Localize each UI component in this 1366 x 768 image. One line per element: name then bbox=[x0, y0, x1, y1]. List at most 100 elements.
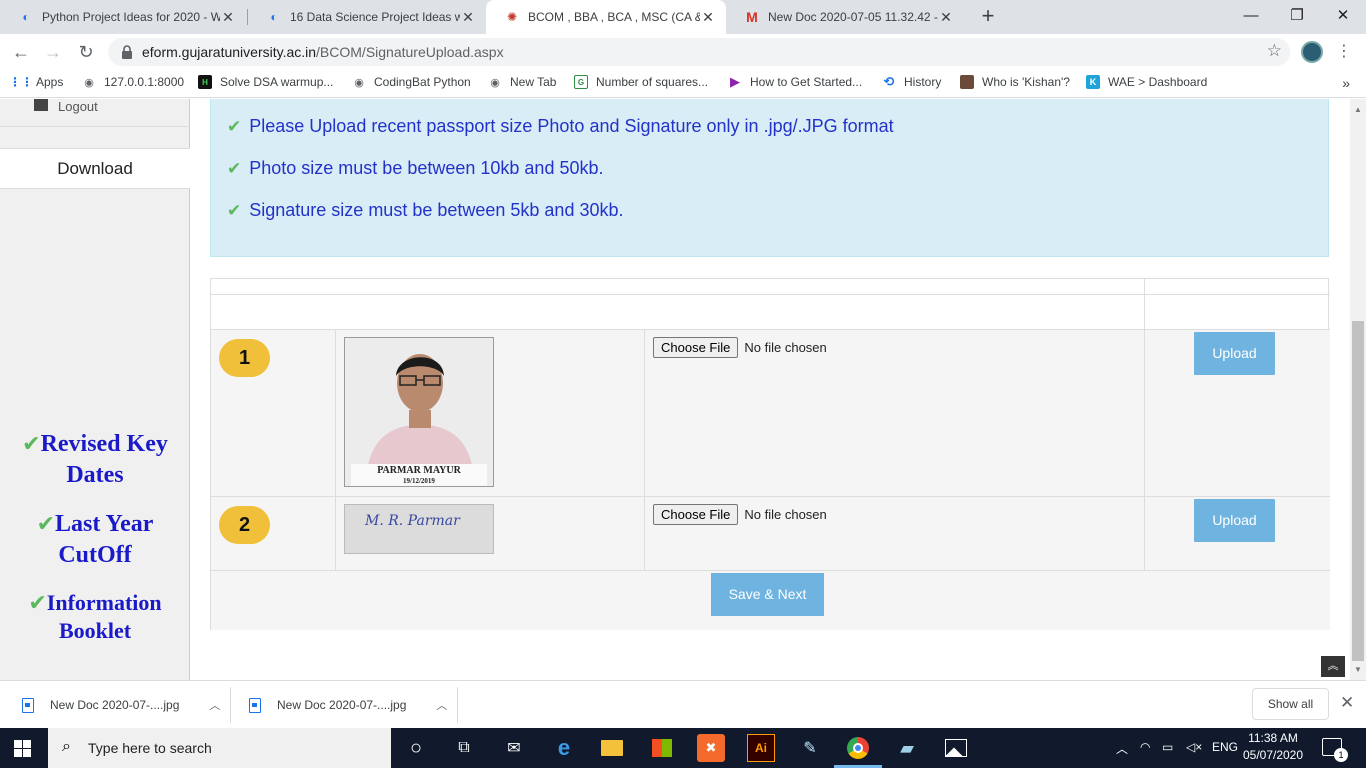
bookmark-localhost[interactable]: ◉ 127.0.0.1:8000 bbox=[82, 75, 184, 89]
bookmark-codingbat[interactable]: ◉ CodingBat Python bbox=[352, 75, 471, 89]
close-tab-icon[interactable]: ✕ bbox=[700, 9, 716, 26]
bookmark-who-is-kishan[interactable]: Who is 'Kishan'? bbox=[960, 75, 1070, 89]
forward-arrow-icon[interactable]: → bbox=[41, 40, 65, 64]
choose-file-button[interactable]: Choose File bbox=[653, 504, 739, 525]
wifi-icon[interactable]: ◠ bbox=[1140, 740, 1150, 754]
photos-icon[interactable] bbox=[942, 734, 970, 762]
image-file-icon bbox=[249, 697, 261, 713]
store-icon[interactable] bbox=[648, 734, 676, 762]
globe-icon: ◉ bbox=[490, 76, 500, 89]
tab-bcom-upload[interactable]: ✺ BCOM , BBA , BCA , MSC (CA & IT ✕ bbox=[486, 0, 726, 34]
tab-title: 16 Data Science Project Ideas wit bbox=[290, 10, 460, 24]
chevron-up-icon[interactable]: ︿ bbox=[436, 697, 447, 713]
bookmarks-overflow-icon[interactable]: » bbox=[1342, 75, 1350, 91]
file-explorer-icon[interactable] bbox=[598, 734, 626, 762]
bookmark-star-icon[interactable]: ☆ bbox=[1267, 41, 1282, 61]
instruction-item: ✔ Photo size must be between 10kb and 50… bbox=[227, 158, 603, 179]
sidebar: Logout Download ✔Revised Key Dates ✔Last… bbox=[0, 99, 190, 680]
loading-spinner-icon: ◐ bbox=[22, 10, 30, 24]
signature-text: M. R. Parmar bbox=[365, 513, 460, 529]
information-booklet-link[interactable]: ✔Information Booklet bbox=[0, 589, 190, 644]
choose-file-button[interactable]: Choose File bbox=[653, 337, 739, 358]
upload-table: 1 PARMAR MAYUR 19/12/2019 Choose File No… bbox=[210, 278, 1330, 630]
download-filename: New Doc 2020-07-....jpg bbox=[277, 698, 407, 712]
download-item[interactable]: New Doc 2020-07-....jpg ︿ bbox=[249, 681, 447, 729]
close-tab-icon[interactable]: ✕ bbox=[938, 9, 954, 26]
divider bbox=[457, 687, 458, 723]
edge-icon[interactable]: e bbox=[550, 734, 578, 762]
new-tab-button[interactable]: + bbox=[976, 5, 1000, 29]
minimize-icon[interactable]: — bbox=[1228, 0, 1274, 34]
language-indicator[interactable]: ENG bbox=[1212, 740, 1238, 754]
tab-python-project-ideas[interactable]: ◐ Python Project Ideas for 2020 - W ✕ bbox=[0, 0, 246, 34]
logout-link[interactable]: Logout bbox=[34, 99, 98, 114]
play-icon: ▶ bbox=[730, 74, 740, 89]
upload-signature-button[interactable]: Upload bbox=[1194, 499, 1275, 542]
download-item[interactable]: New Doc 2020-07-....jpg ︿ bbox=[22, 681, 220, 729]
revised-key-dates-link[interactable]: ✔Revised Key Dates bbox=[0, 429, 190, 490]
close-downloads-icon[interactable]: ✕ bbox=[1340, 693, 1354, 713]
close-window-icon[interactable]: ✕ bbox=[1320, 0, 1366, 34]
taskbar: ⌕ Type here to search ○ ⧉ ✉ e ✖ Ai ✎ ▰ ︿… bbox=[0, 728, 1366, 768]
battery-icon[interactable]: ▭ bbox=[1162, 740, 1173, 754]
close-tab-icon[interactable]: ✕ bbox=[460, 9, 476, 26]
bookmark-history[interactable]: ⟲ History bbox=[882, 74, 942, 89]
mail-icon[interactable]: ✉ bbox=[500, 734, 528, 762]
instructions-panel: ✔ Please Upload recent passport size Pho… bbox=[210, 99, 1329, 257]
menu-kebab-icon[interactable]: ⋮ bbox=[1336, 40, 1352, 64]
checkmark-icon: ✔ bbox=[28, 591, 47, 616]
clock[interactable]: 11:38 AM 05/07/2020 bbox=[1242, 730, 1304, 764]
bookmark-label: Apps bbox=[36, 75, 64, 89]
bookmark-new-tab[interactable]: ◉ New Tab bbox=[488, 75, 556, 89]
windows-start-icon[interactable] bbox=[14, 740, 32, 757]
scroll-to-top-icon[interactable]: ︽ bbox=[1321, 656, 1345, 677]
link-label: Revised Key Dates bbox=[40, 431, 168, 488]
sticky-notes-icon[interactable]: ▰ bbox=[893, 734, 921, 762]
restore-icon[interactable]: ❐ bbox=[1274, 0, 1320, 34]
reload-icon[interactable]: ↻ bbox=[74, 40, 98, 64]
back-arrow-icon[interactable]: ← bbox=[9, 40, 33, 64]
photo-file-input[interactable]: Choose File No file chosen bbox=[653, 337, 827, 358]
chrome-icon[interactable] bbox=[844, 734, 872, 762]
bookmark-number-of-squares[interactable]: G Number of squares... bbox=[574, 75, 708, 89]
scroll-down-icon[interactable]: ▼ bbox=[1354, 665, 1362, 674]
row-number-badge: 1 bbox=[219, 339, 270, 377]
url-text: eform.gujaratuniversity.ac.in/BCOM/Signa… bbox=[142, 44, 504, 60]
xampp-icon[interactable]: ✖ bbox=[697, 734, 725, 762]
last-year-cutoff-link[interactable]: ✔Last Year CutOff bbox=[0, 509, 190, 570]
close-tab-icon[interactable]: ✕ bbox=[220, 9, 236, 26]
notepad-icon[interactable]: ✎ bbox=[796, 734, 824, 762]
page-scrollbar[interactable]: ▲ ▼ bbox=[1350, 99, 1366, 680]
profile-avatar[interactable] bbox=[1301, 41, 1323, 63]
tray-overflow-icon[interactable]: ︿ bbox=[1116, 740, 1128, 757]
volume-muted-icon[interactable]: ◁× bbox=[1186, 740, 1202, 754]
bookmark-apps[interactable]: ⋮⋮ Apps bbox=[9, 75, 64, 89]
tab-data-science-ideas[interactable]: ◐ 16 Data Science Project Ideas wit ✕ bbox=[248, 0, 486, 34]
chevron-up-icon[interactable]: ︿ bbox=[209, 697, 220, 713]
scrollbar-thumb[interactable] bbox=[1352, 321, 1364, 661]
checkmark-icon: ✔ bbox=[36, 512, 55, 537]
loading-spinner-icon: ◐ bbox=[270, 10, 278, 24]
taskbar-search[interactable]: ⌕ Type here to search bbox=[48, 728, 391, 768]
link-label: Information Booklet bbox=[46, 590, 162, 643]
save-next-button[interactable]: Save & Next bbox=[711, 573, 824, 616]
cortana-icon[interactable]: ○ bbox=[402, 734, 430, 762]
avatar-icon bbox=[960, 75, 974, 89]
address-bar[interactable]: eform.gujaratuniversity.ac.in/BCOM/Signa… bbox=[108, 38, 1290, 66]
instruction-text: Photo size must be between 10kb and 50kb… bbox=[249, 158, 604, 178]
signature-file-input[interactable]: Choose File No file chosen bbox=[653, 504, 827, 525]
task-view-icon[interactable]: ⧉ bbox=[450, 734, 478, 762]
illustrator-icon[interactable]: Ai bbox=[747, 734, 775, 762]
scroll-up-icon[interactable]: ▲ bbox=[1354, 105, 1362, 114]
clock-time: 11:38 AM bbox=[1248, 731, 1298, 745]
bookmark-how-to-get-started[interactable]: ▶ How to Get Started... bbox=[728, 74, 862, 89]
notification-center-icon[interactable]: 1 bbox=[1322, 738, 1348, 762]
bookmark-wae-dashboard[interactable]: K WAE > Dashboard bbox=[1086, 75, 1207, 89]
download-link[interactable]: Download bbox=[0, 148, 190, 189]
upload-photo-button[interactable]: Upload bbox=[1194, 332, 1275, 375]
tab-new-doc-gmail[interactable]: M New Doc 2020-07-05 11.32.42 - ( ✕ bbox=[726, 0, 964, 34]
show-all-button[interactable]: Show all bbox=[1252, 688, 1329, 720]
lock-icon bbox=[122, 45, 132, 59]
bookmark-label: Who is 'Kishan'? bbox=[982, 75, 1070, 89]
bookmark-solve-dsa[interactable]: H Solve DSA warmup... bbox=[198, 75, 333, 89]
